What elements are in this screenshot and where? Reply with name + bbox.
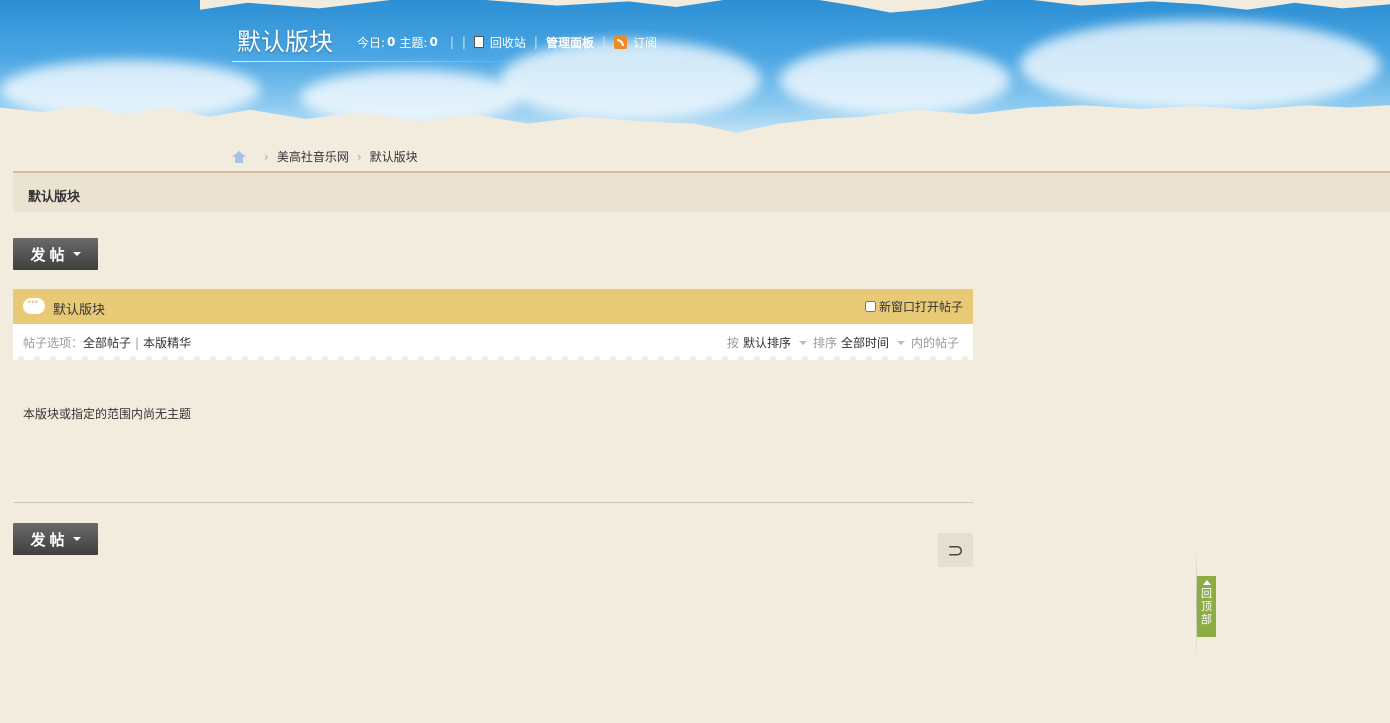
sort-label: 排序: [812, 336, 837, 350]
topics-label: 主题:: [399, 35, 428, 50]
cloud: [500, 40, 760, 120]
sort-by-label: 按: [726, 336, 739, 350]
divider: |: [601, 35, 607, 49]
thread-list-title: 默认版块: [53, 303, 106, 318]
thread-list-header: 默认版块 新窗口打开帖子: [13, 289, 973, 324]
return-arrow-icon: ⊃: [947, 538, 964, 562]
caret-down-icon: [72, 537, 81, 541]
perforated-edge: [13, 355, 973, 365]
divider: |: [533, 35, 538, 49]
caret-down-icon[interactable]: [798, 340, 807, 345]
divider: |: [461, 35, 466, 49]
chevron-right-icon: ›: [356, 149, 362, 164]
time-range-dropdown[interactable]: 全部时间: [841, 334, 889, 351]
chevron-right-icon: ›: [264, 149, 269, 164]
topics-count: 0: [429, 35, 438, 49]
admin-panel-link[interactable]: 管理面板: [546, 34, 594, 51]
sort-order-dropdown[interactable]: 默认排序: [743, 334, 791, 351]
list-divider: [13, 502, 973, 503]
back-to-top-button[interactable]: 回顶部: [1197, 576, 1216, 637]
new-post-label: 发帖: [30, 530, 69, 549]
forum-name[interactable]: 默认版块: [28, 186, 80, 205]
title-underline: [232, 61, 532, 62]
page-title: 默认版块: [237, 28, 333, 56]
chat-bubble-icon: [23, 295, 45, 314]
filter-digest-link[interactable]: 本版精华: [143, 336, 191, 350]
caret-down-icon[interactable]: [896, 340, 905, 345]
recycle-bin-link[interactable]: 回收站: [490, 34, 526, 51]
divider: |: [135, 336, 140, 350]
breadcrumb-current[interactable]: 默认版块: [370, 148, 418, 165]
torn-paper-edge-top: [200, 0, 1390, 13]
new-window-label[interactable]: 新窗口打开帖子: [879, 298, 963, 315]
thread-filter-options: 帖子选项：全部帖子 | 本版精华: [23, 334, 191, 351]
rss-icon: [614, 35, 628, 49]
today-label: 今日:: [357, 35, 386, 50]
filter-prefix: 帖子选项：: [23, 336, 84, 350]
forum-stats-bar: 今日: 0 主题: 0 | | 回收站 | 管理面板 | 订阅: [357, 34, 657, 50]
return-button[interactable]: ⊃: [938, 533, 973, 567]
new-window-checkbox[interactable]: [864, 301, 876, 312]
breadcrumb: › 美高社音乐网 › 默认版块: [232, 148, 418, 165]
new-window-option[interactable]: 新窗口打开帖子: [864, 298, 963, 315]
new-post-label: 发帖: [30, 245, 69, 264]
filter-all-link[interactable]: 全部帖子: [83, 336, 131, 350]
header-banner: [0, 0, 1390, 140]
empty-thread-message: 本版块或指定的范围内尚无主题: [23, 407, 192, 421]
rss-subscribe-link[interactable]: 订阅: [633, 34, 657, 51]
cloud: [780, 45, 1010, 115]
new-post-button-top[interactable]: 发帖: [13, 238, 98, 270]
arrow-up-icon: [1202, 580, 1211, 585]
new-post-button-bottom[interactable]: 发帖: [13, 523, 98, 555]
today-count: 0: [387, 35, 396, 49]
forum-name-bar: 默认版块: [13, 171, 1390, 212]
home-icon[interactable]: [232, 150, 246, 163]
breadcrumb-site-link[interactable]: 美高社音乐网: [277, 148, 349, 165]
time-suffix-label: 内的帖子: [910, 336, 959, 350]
thread-sort-options: 按 默认排序 排序 全部时间 内的帖子: [727, 334, 959, 351]
divider: |: [449, 35, 454, 49]
back-to-top-label: 回顶部: [1201, 587, 1212, 626]
cloud: [0, 60, 260, 120]
trash-icon: [473, 36, 484, 48]
cloud: [1020, 20, 1380, 110]
caret-down-icon: [72, 252, 81, 256]
